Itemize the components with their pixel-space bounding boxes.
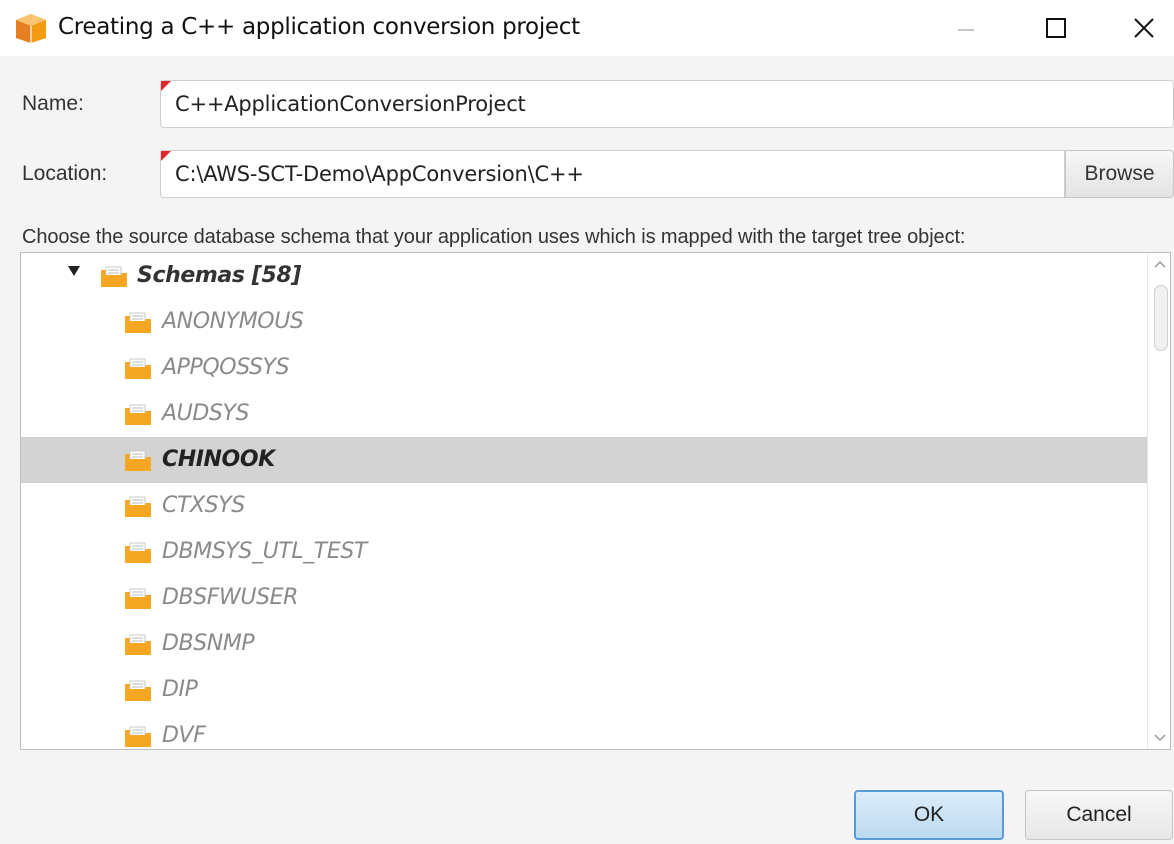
tree-item-label: APPQOSSYS: [162, 355, 290, 380]
name-input-value: C++ApplicationConversionProject: [175, 92, 526, 116]
vertical-scrollbar[interactable]: [1147, 253, 1170, 749]
aws-box-icon: [16, 14, 46, 43]
tree-item[interactable]: DVF: [21, 713, 1147, 749]
schema-folder-icon: [125, 358, 151, 379]
tree-item-label: CHINOOK: [162, 447, 275, 472]
tree-item[interactable]: AUDSYS: [21, 391, 1147, 437]
location-label: Location:: [22, 162, 108, 185]
minimize-icon: [958, 29, 974, 31]
required-marker: [161, 151, 171, 161]
tree-item[interactable]: DBSFWUSER: [21, 575, 1147, 621]
schema-folder-icon: [125, 680, 151, 701]
tree-item-label: AUDSYS: [162, 401, 250, 426]
schema-folder-icon: [125, 450, 151, 471]
tree-item-label: DIP: [162, 677, 198, 702]
schema-folder-icon: [125, 542, 151, 563]
schema-folder-icon: [125, 312, 151, 333]
required-marker: [161, 81, 171, 91]
tree-item[interactable]: DBMSYS_UTL_TEST: [21, 529, 1147, 575]
location-input[interactable]: C:\AWS-SCT-Demo\AppConversion\C++: [160, 150, 1065, 198]
tree-item[interactable]: DIP: [21, 667, 1147, 713]
name-label: Name:: [22, 92, 84, 115]
schema-folder-icon: [125, 496, 151, 517]
tree-root-label: Schemas [58]: [137, 263, 301, 288]
tree-item[interactable]: CHINOOK: [21, 437, 1147, 483]
schema-folder-icon: [101, 266, 127, 287]
schema-folder-icon: [125, 588, 151, 609]
maximize-icon: [1046, 18, 1066, 38]
schema-tree[interactable]: Schemas [58] ANONYMOUS APPQOSSYS AUDSYS CHI…: [20, 252, 1171, 750]
close-button[interactable]: [1114, 0, 1174, 56]
ok-button[interactable]: OK: [854, 790, 1004, 840]
close-icon: [1134, 18, 1154, 38]
minimize-button[interactable]: [936, 0, 996, 56]
scroll-thumb[interactable]: [1154, 285, 1168, 351]
tree-item-label: DBSNMP: [162, 631, 255, 656]
scroll-down-arrow-icon[interactable]: [1148, 727, 1170, 749]
tree-item[interactable]: APPQOSSYS: [21, 345, 1147, 391]
browse-button[interactable]: Browse: [1065, 150, 1174, 198]
tree-item-label: DBSFWUSER: [162, 585, 299, 610]
expand-arrow-icon: [68, 266, 80, 276]
schema-instruction: Choose the source database schema that y…: [22, 226, 966, 248]
dialog-body: Name: C++ApplicationConversionProject Lo…: [8, 56, 1174, 844]
window-title: Creating a C++ application conversion pr…: [58, 14, 580, 40]
maximize-button[interactable]: [1026, 0, 1086, 56]
tree-item[interactable]: DBSNMP: [21, 621, 1147, 667]
cancel-button[interactable]: Cancel: [1025, 790, 1173, 840]
tree-item-label: CTXSYS: [162, 493, 245, 518]
tree-item[interactable]: CTXSYS: [21, 483, 1147, 529]
schema-folder-icon: [125, 634, 151, 655]
scroll-up-arrow-icon[interactable]: [1148, 253, 1170, 275]
tree-item[interactable]: ANONYMOUS: [21, 299, 1147, 345]
schema-folder-icon: [125, 404, 151, 425]
location-input-value: C:\AWS-SCT-Demo\AppConversion\C++: [175, 162, 584, 186]
tree-item-label: ANONYMOUS: [162, 309, 304, 334]
tree-root-row[interactable]: Schemas [58]: [21, 253, 1147, 299]
title-bar: Creating a C++ application conversion pr…: [0, 0, 1174, 56]
tree-item-label: DVF: [162, 723, 206, 748]
tree-item-label: DBMSYS_UTL_TEST: [162, 539, 367, 564]
schema-folder-icon: [125, 726, 151, 747]
name-input[interactable]: C++ApplicationConversionProject: [160, 80, 1174, 128]
